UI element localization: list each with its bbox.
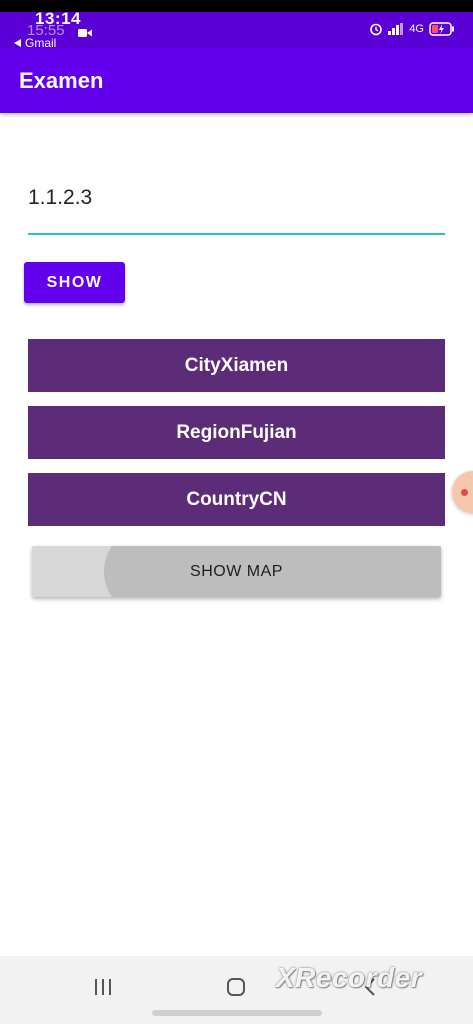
- app-title: Examen: [19, 68, 104, 93]
- status-bar: 15:55 13:14 Gmail 4G: [0, 9, 473, 50]
- country-label: CountryCN: [28, 473, 445, 526]
- record-dot-icon: [461, 489, 468, 496]
- city-label: CityXiamen: [28, 339, 445, 392]
- screen-record-icon: [78, 25, 92, 37]
- app-bar: Examen: [0, 48, 473, 113]
- recent-apps-icon: [93, 978, 113, 1001]
- show-map-label: SHOW MAP: [190, 562, 283, 580]
- ip-address-input[interactable]: [28, 175, 445, 235]
- home-button[interactable]: [216, 974, 256, 1004]
- floating-recorder-bubble[interactable]: [452, 471, 473, 513]
- battery-icon: [429, 22, 455, 36]
- alarm-icon: [369, 22, 383, 36]
- region-label: RegionFujian: [28, 406, 445, 459]
- show-button[interactable]: SHOW: [24, 262, 125, 303]
- navigation-bar: XRecorder: [0, 956, 473, 1024]
- network-type-label: 4G: [409, 23, 424, 35]
- home-icon: [226, 977, 246, 1002]
- status-icons: 4G: [369, 22, 455, 36]
- signal-icon: [388, 23, 404, 35]
- show-map-button[interactable]: SHOW MAP: [32, 546, 441, 597]
- gesture-handle: [152, 1010, 322, 1016]
- recent-apps-button[interactable]: [83, 974, 123, 1004]
- status-time: 13:14: [35, 9, 81, 28]
- recorder-watermark: XRecorder: [276, 962, 423, 993]
